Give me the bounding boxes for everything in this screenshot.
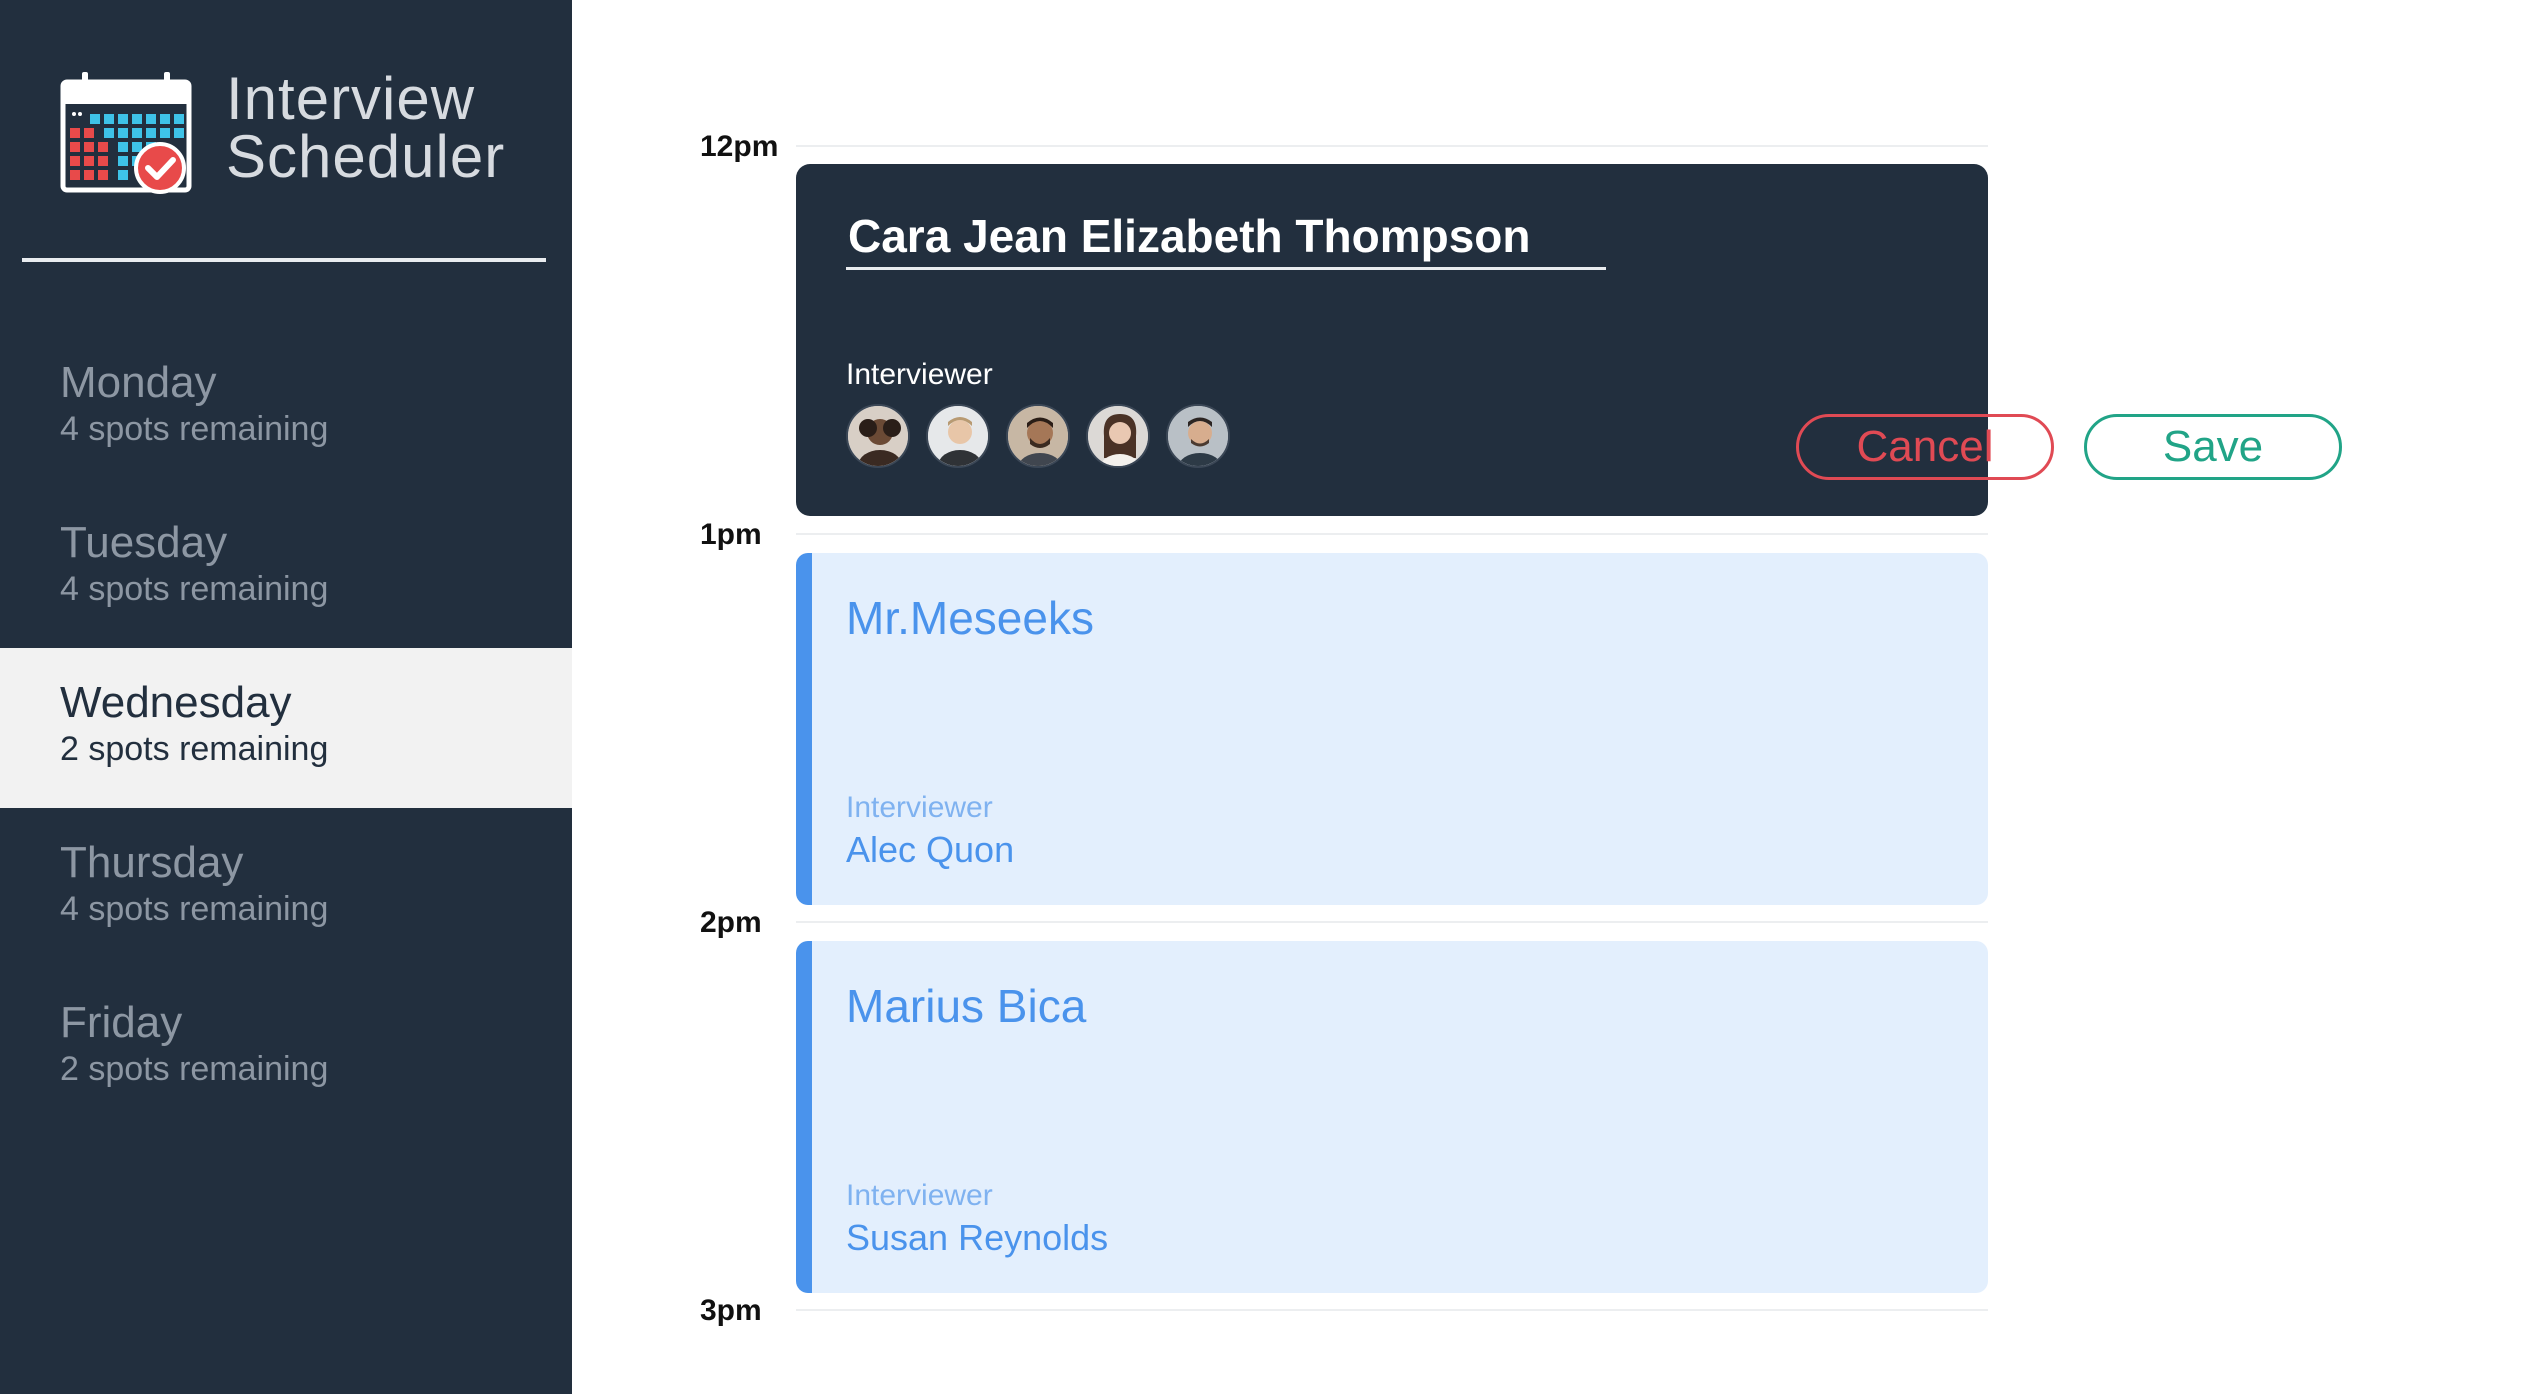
day-name: Wednesday xyxy=(60,678,292,727)
day-item-tuesday[interactable]: Tuesday 4 spots remaining xyxy=(0,488,572,648)
app-title-line1: Interview xyxy=(226,65,476,132)
day-spots: 2 spots remaining xyxy=(60,730,329,768)
time-label-12pm: 12pm xyxy=(700,130,779,163)
sidebar-divider xyxy=(22,258,546,262)
day-name: Friday xyxy=(60,998,183,1047)
day-name: Thursday xyxy=(60,838,244,887)
interviewer-avatar[interactable] xyxy=(846,404,910,468)
day-item-friday[interactable]: Friday 2 spots remaining xyxy=(0,968,572,1128)
day-list: Monday 4 spots remaining Tuesday 4 spots… xyxy=(0,328,572,1128)
student-name-input[interactable] xyxy=(846,204,1606,270)
hour-divider xyxy=(796,145,1988,147)
appointment-form: Interviewer Cancel Save xyxy=(796,164,2342,516)
hour-divider xyxy=(796,921,1988,923)
app-title: Interview Scheduler xyxy=(226,65,506,190)
day-spots: 4 spots remaining xyxy=(60,890,329,928)
time-label-3pm: 3pm xyxy=(700,1294,762,1327)
brand: Interview Scheduler xyxy=(60,66,520,206)
cancel-button[interactable]: Cancel xyxy=(1796,414,2054,480)
calendar-check-icon xyxy=(60,72,192,194)
time-label-1pm: 1pm xyxy=(700,518,762,551)
app-title-line2: Scheduler xyxy=(226,123,506,190)
day-spots: 4 spots remaining xyxy=(60,570,329,608)
appointment-student-name: Marius Bica xyxy=(846,980,1087,1032)
schedule: 12pm Interviewer Cancel Save 1pm xyxy=(572,0,2542,1394)
sidebar: Interview Scheduler Monday 4 spots remai… xyxy=(0,0,572,1394)
hour-divider xyxy=(796,533,1988,535)
appointment-card[interactable]: Mr.Meseeks Interviewer Alec Quon xyxy=(796,553,1988,905)
day-name: Tuesday xyxy=(60,518,228,567)
save-button[interactable]: Save xyxy=(2084,414,2342,480)
interviewer-label: Interviewer xyxy=(846,358,993,391)
hour-divider xyxy=(796,1309,1988,1311)
appointment-interviewer-label: Interviewer xyxy=(846,791,993,824)
interviewer-list xyxy=(846,404,1230,468)
interviewer-avatar[interactable] xyxy=(1006,404,1070,468)
day-name: Monday xyxy=(60,358,217,407)
interviewer-avatar[interactable] xyxy=(926,404,990,468)
day-item-wednesday[interactable]: Wednesday 2 spots remaining xyxy=(0,648,572,808)
day-item-monday[interactable]: Monday 4 spots remaining xyxy=(0,328,572,488)
appointment-interviewer-label: Interviewer xyxy=(846,1179,993,1212)
interviewer-avatar[interactable] xyxy=(1166,404,1230,468)
time-label-2pm: 2pm xyxy=(700,906,762,939)
interviewer-avatar[interactable] xyxy=(1086,404,1150,468)
appointment-interviewer-name: Susan Reynolds xyxy=(846,1217,1109,1258)
appointment-card[interactable]: Marius Bica Interviewer Susan Reynolds xyxy=(796,941,1988,1293)
appointment-student-name: Mr.Meseeks xyxy=(846,592,1094,644)
appointment-interviewer-name: Alec Quon xyxy=(846,829,1015,870)
day-spots: 2 spots remaining xyxy=(60,1050,329,1088)
day-spots: 4 spots remaining xyxy=(60,410,329,448)
day-item-thursday[interactable]: Thursday 4 spots remaining xyxy=(0,808,572,968)
